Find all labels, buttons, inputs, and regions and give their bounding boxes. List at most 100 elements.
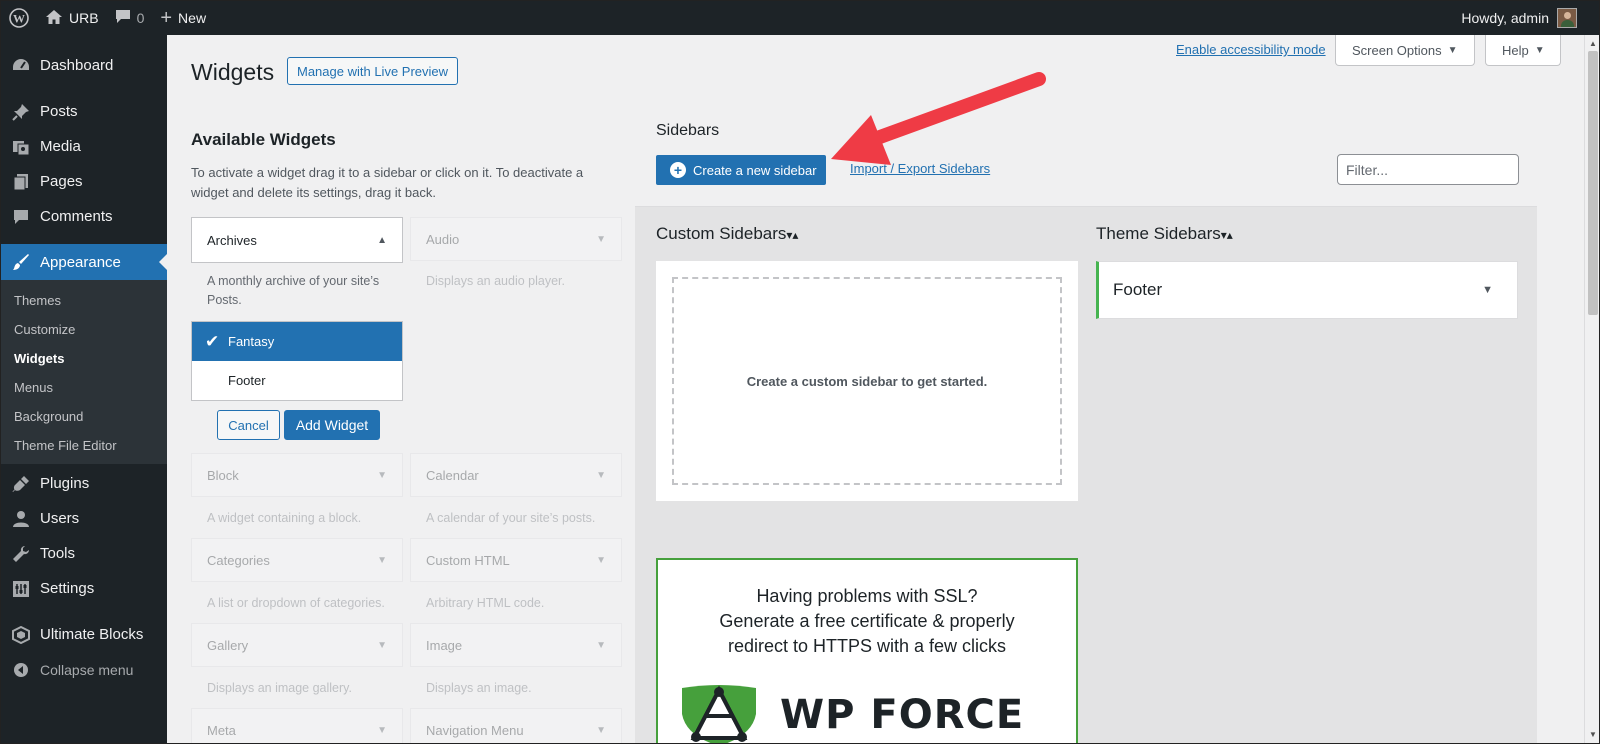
submenu-widgets[interactable]: Widgets bbox=[1, 344, 167, 373]
wp-force-logo: WP FORCE bbox=[680, 684, 1025, 743]
widget-image[interactable]: Image ▼ bbox=[410, 623, 622, 667]
widget-audio[interactable]: Audio ▼ bbox=[410, 217, 622, 261]
menu-label: Pages bbox=[40, 173, 83, 190]
available-widgets-title: Available Widgets bbox=[191, 130, 336, 149]
avatar bbox=[1557, 8, 1577, 28]
scroll-down-icon[interactable]: ▼ bbox=[1589, 730, 1597, 739]
manage-live-preview-button[interactable]: Manage with Live Preview bbox=[287, 57, 459, 85]
widget-title: Custom HTML bbox=[426, 552, 510, 568]
submenu-background[interactable]: Background bbox=[1, 402, 167, 431]
theme-sidebars-heading[interactable]: Theme Sidebars▾▴ bbox=[1096, 224, 1233, 244]
widget-custom-html[interactable]: Custom HTML ▼ bbox=[410, 538, 622, 582]
admin-bar: W URB 0 + New Howdy, admin bbox=[1, 1, 1599, 35]
page-scrollbar[interactable]: ▲ ▼ bbox=[1584, 35, 1599, 743]
menu-posts[interactable]: Posts bbox=[1, 94, 167, 129]
user-icon bbox=[11, 509, 31, 529]
ad-line: redirect to HTTPS with a few clicks bbox=[727, 636, 1007, 656]
submenu-customize[interactable]: Customize bbox=[1, 315, 167, 344]
widget-categories[interactable]: Categories ▼ bbox=[191, 538, 403, 582]
theme-sidebar-footer[interactable]: Footer ▼ bbox=[1096, 261, 1518, 319]
comments-count: 0 bbox=[136, 10, 145, 26]
wordpress-logo-icon[interactable]: W bbox=[1, 1, 37, 35]
menu-settings[interactable]: Settings bbox=[1, 571, 167, 606]
widget-calendar[interactable]: Calendar ▼ bbox=[410, 453, 622, 497]
cancel-button[interactable]: Cancel bbox=[217, 410, 280, 440]
howdy-text: Howdy, admin bbox=[1461, 10, 1549, 26]
caret-up-icon[interactable]: ▲ bbox=[377, 235, 387, 246]
chooser-label: Fantasy bbox=[228, 334, 275, 349]
custom-sidebars-title: Custom Sidebars bbox=[656, 224, 787, 243]
shield-logo-icon bbox=[682, 685, 756, 743]
filter-input[interactable] bbox=[1337, 154, 1519, 185]
widget-title: Archives bbox=[207, 232, 257, 248]
widget-navigation-menu[interactable]: Navigation Menu ▼ bbox=[410, 708, 622, 743]
sort-arrows-icon[interactable]: ▾▴ bbox=[1221, 228, 1233, 242]
import-export-link[interactable]: Import / Export Sidebars bbox=[850, 161, 990, 176]
sidebar-chooser: ✔ Fantasy Footer bbox=[191, 321, 403, 401]
comment-icon bbox=[115, 9, 131, 27]
dashboard-icon bbox=[11, 56, 31, 76]
menu-tools[interactable]: Tools bbox=[1, 536, 167, 571]
appearance-submenu: Themes Customize Widgets Menus Backgroun… bbox=[1, 280, 167, 464]
chooser-label: Footer bbox=[228, 373, 266, 388]
collapse-menu-button[interactable]: Collapse menu bbox=[1, 652, 167, 687]
wrench-icon bbox=[11, 544, 31, 564]
sidebars-header: Sidebars + Create a new sidebar Import /… bbox=[635, 93, 1537, 207]
submenu-menus[interactable]: Menus bbox=[1, 373, 167, 402]
help-button[interactable]: Help ▼ bbox=[1485, 35, 1561, 66]
menu-label: Settings bbox=[40, 580, 95, 597]
theme-sidebars-title: Theme Sidebars bbox=[1096, 224, 1221, 243]
menu-label: Collapse menu bbox=[40, 661, 134, 678]
wp-force-wordmark: WP FORCE bbox=[780, 692, 1025, 738]
menu-plugins[interactable]: Plugins bbox=[1, 466, 167, 501]
chooser-option-footer[interactable]: Footer bbox=[192, 361, 402, 400]
account-menu[interactable]: Howdy, admin bbox=[1461, 1, 1577, 35]
menu-media[interactable]: Media bbox=[1, 129, 167, 164]
caret-down-icon: ▼ bbox=[377, 639, 387, 651]
caret-down-icon: ▼ bbox=[596, 469, 606, 481]
menu-label: Plugins bbox=[40, 475, 90, 492]
available-widgets-description: To activate a widget drag it to a sideba… bbox=[191, 165, 584, 200]
widget-description: A widget containing a block. bbox=[207, 511, 362, 525]
menu-dashboard[interactable]: Dashboard bbox=[1, 48, 167, 83]
menu-label: Tools bbox=[40, 545, 76, 562]
create-sidebar-label: Create a new sidebar bbox=[693, 162, 817, 178]
widget-meta[interactable]: Meta ▼ bbox=[191, 708, 403, 743]
wp-force-ssl-ad[interactable]: Having problems with SSL? Generate a fre… bbox=[656, 558, 1078, 743]
menu-pages[interactable]: Pages bbox=[1, 164, 167, 199]
site-name: URB bbox=[69, 10, 99, 26]
menu-ultimate-blocks[interactable]: Ultimate Blocks bbox=[1, 617, 167, 652]
new-content-link[interactable]: + New bbox=[152, 1, 214, 35]
screen-options-button[interactable]: Screen Options ▼ bbox=[1335, 35, 1475, 66]
custom-sidebar-dropzone[interactable]: Create a custom sidebar to get started. bbox=[672, 277, 1062, 485]
ad-text: Having problems with SSL? Generate a fre… bbox=[658, 584, 1076, 659]
caret-down-icon: ▼ bbox=[596, 724, 606, 736]
add-widget-button[interactable]: Add Widget bbox=[284, 410, 380, 440]
widget-title: Block bbox=[207, 467, 239, 483]
custom-sidebars-heading[interactable]: Custom Sidebars▾▴ bbox=[656, 224, 798, 244]
scroll-up-icon[interactable]: ▲ bbox=[1589, 39, 1597, 48]
widget-gallery[interactable]: Gallery ▼ bbox=[191, 623, 403, 667]
menu-users[interactable]: Users bbox=[1, 501, 167, 536]
widget-archives[interactable]: Archives ▲ bbox=[191, 217, 403, 263]
accessibility-mode-link[interactable]: Enable accessibility mode bbox=[1176, 42, 1326, 57]
submenu-theme-file-editor[interactable]: Theme File Editor bbox=[1, 431, 167, 460]
submenu-themes[interactable]: Themes bbox=[1, 286, 167, 315]
caret-down-icon[interactable]: ▼ bbox=[1482, 284, 1493, 296]
widget-description: A list or dropdown of categories. bbox=[207, 596, 385, 610]
scrollbar-thumb[interactable] bbox=[1588, 51, 1598, 315]
menu-comments[interactable]: Comments bbox=[1, 199, 167, 234]
site-name-link[interactable]: URB bbox=[37, 1, 107, 35]
create-sidebar-button[interactable]: + Create a new sidebar bbox=[656, 155, 826, 185]
sort-arrows-icon[interactable]: ▾▴ bbox=[786, 228, 798, 242]
menu-appearance[interactable]: Appearance bbox=[1, 244, 167, 280]
comments-link[interactable]: 0 bbox=[107, 1, 153, 35]
caret-down-icon: ▼ bbox=[1534, 44, 1545, 56]
sidebars-title: Sidebars bbox=[656, 122, 720, 139]
widget-title: Categories bbox=[207, 552, 270, 568]
widget-block[interactable]: Block ▼ bbox=[191, 453, 403, 497]
pin-icon bbox=[11, 102, 31, 122]
widget-title: Audio bbox=[426, 231, 460, 247]
chooser-option-fantasy[interactable]: ✔ Fantasy bbox=[192, 322, 402, 361]
caret-down-icon: ▼ bbox=[1447, 44, 1458, 56]
